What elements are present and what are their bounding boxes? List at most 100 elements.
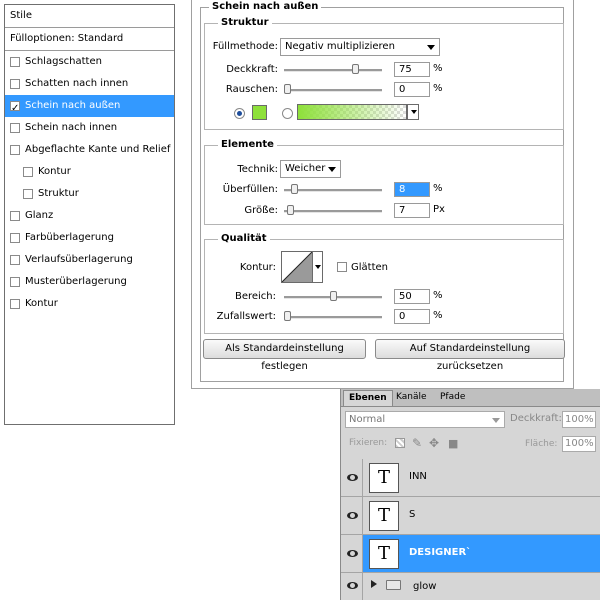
- noise-field[interactable]: 0: [394, 82, 430, 97]
- checkbox[interactable]: [10, 145, 20, 155]
- visibility-toggle[interactable]: [341, 459, 363, 496]
- style-item-inner-shadow[interactable]: Schatten nach innen: [5, 73, 174, 95]
- visibility-toggle[interactable]: [341, 573, 363, 600]
- checkbox[interactable]: [10, 123, 20, 133]
- style-item-texture[interactable]: Struktur: [5, 183, 174, 205]
- tab-channels[interactable]: Kanäle: [391, 390, 432, 406]
- checkbox[interactable]: [10, 277, 20, 287]
- blend-mode-dropdown[interactable]: Negativ multiplizieren: [280, 38, 440, 56]
- technique-dropdown[interactable]: Weicher: [280, 160, 341, 178]
- eye-icon[interactable]: [347, 474, 358, 481]
- jitter-slider-thumb[interactable]: [284, 311, 291, 321]
- spread-unit: %: [433, 183, 443, 194]
- eye-icon[interactable]: [347, 550, 358, 557]
- size-slider-track[interactable]: [284, 210, 382, 213]
- contour-picker[interactable]: [281, 251, 313, 283]
- quality-title: Qualität: [218, 233, 270, 244]
- layer-row[interactable]: T S: [341, 497, 600, 535]
- jitter-field[interactable]: 0: [394, 309, 430, 324]
- style-item-label: Schein nach innen: [25, 122, 118, 133]
- solid-color-radio[interactable]: [234, 108, 245, 119]
- layer-name: DESIGNER`: [409, 547, 472, 558]
- lock-transparency-icon[interactable]: [395, 438, 405, 448]
- tab-paths[interactable]: Pfade: [435, 390, 470, 406]
- blend-mode-value: Negativ multiplizieren: [285, 41, 395, 52]
- chevron-down-icon: [411, 110, 417, 114]
- antialias-checkbox[interactable]: [337, 262, 347, 272]
- jitter-slider-track[interactable]: [284, 316, 382, 319]
- chevron-down-icon: [427, 45, 435, 50]
- glow-gradient-picker[interactable]: [297, 104, 407, 120]
- checkbox[interactable]: [10, 57, 20, 67]
- layer-row[interactable]: T INN: [341, 459, 600, 497]
- noise-unit: %: [433, 83, 443, 94]
- range-slider-thumb[interactable]: [329, 291, 337, 301]
- layer-blend-mode-dropdown[interactable]: Normal: [345, 411, 505, 428]
- layer-opacity-field[interactable]: 100%: [562, 411, 596, 428]
- gradient-dropdown-button[interactable]: [407, 104, 419, 120]
- style-item-inner-glow[interactable]: Schein nach innen: [5, 117, 174, 139]
- technique-label: Technik:: [237, 164, 278, 175]
- checkbox[interactable]: [23, 189, 33, 199]
- spread-label: Überfüllen:: [222, 184, 278, 195]
- layer-group-row[interactable]: glow: [341, 573, 600, 600]
- linear-contour-icon: [282, 252, 312, 282]
- size-label: Größe:: [244, 205, 278, 216]
- visibility-toggle[interactable]: [341, 535, 363, 572]
- style-item-color-overlay[interactable]: Farbüberlagerung: [5, 227, 174, 249]
- style-item-label: Musterüberlagerung: [25, 276, 127, 287]
- style-item-label: Schlagschatten: [25, 56, 102, 67]
- expand-triangle-icon[interactable]: [371, 580, 377, 588]
- checkbox[interactable]: [10, 233, 20, 243]
- size-field[interactable]: 7: [394, 203, 430, 218]
- set-default-button[interactable]: Als Standardeinstellung festlegen: [203, 339, 366, 372]
- range-field[interactable]: 50: [394, 289, 430, 304]
- style-item-bevel-contour[interactable]: Kontur: [5, 161, 174, 183]
- checkbox[interactable]: [10, 79, 20, 89]
- size-slider-thumb[interactable]: [286, 205, 294, 215]
- reset-default-button[interactable]: Auf Standardeinstellung zurücksetzen: [375, 339, 565, 372]
- checkbox[interactable]: [10, 255, 20, 265]
- layer-name: INN: [409, 471, 427, 482]
- brush-icon[interactable]: ✎: [412, 436, 422, 450]
- glow-color-swatch[interactable]: [252, 105, 267, 120]
- checkbox[interactable]: [10, 211, 20, 221]
- style-item-gradient-overlay[interactable]: Verlaufsüberlagerung: [5, 249, 174, 271]
- visibility-toggle[interactable]: [341, 497, 363, 534]
- checkbox-checked[interactable]: [10, 98, 20, 120]
- style-item-bevel-emboss[interactable]: Abgeflachte Kante und Relief: [5, 139, 174, 161]
- eye-icon[interactable]: [347, 512, 358, 519]
- tab-layers[interactable]: Ebenen: [343, 390, 393, 406]
- chevron-down-icon: [328, 167, 336, 172]
- move-icon[interactable]: ✥: [429, 436, 439, 450]
- opacity-slider-track[interactable]: [284, 69, 382, 72]
- style-item-satin[interactable]: Glanz: [5, 205, 174, 227]
- text-layer-thumbnail: T: [369, 501, 399, 531]
- spread-slider-thumb[interactable]: [291, 184, 299, 194]
- style-list-header[interactable]: Stile: [5, 5, 174, 28]
- blending-options-item[interactable]: Fülloptionen: Standard: [5, 28, 174, 51]
- style-item-outer-glow[interactable]: Schein nach außen: [5, 95, 174, 120]
- elements-title: Elemente: [218, 139, 277, 150]
- checkbox[interactable]: [23, 167, 33, 177]
- contour-dropdown-button[interactable]: [313, 251, 323, 283]
- gradient-radio[interactable]: [282, 108, 293, 119]
- size-unit: Px: [433, 204, 445, 215]
- style-item-label: Verlaufsüberlagerung: [25, 254, 133, 265]
- spread-field[interactable]: 8: [394, 182, 430, 197]
- lock-icon[interactable]: ■: [448, 437, 458, 450]
- spread-slider-track[interactable]: [284, 189, 382, 192]
- opacity-field[interactable]: 75: [394, 62, 430, 77]
- style-item-label: Schatten nach innen: [25, 78, 129, 89]
- style-item-pattern-overlay[interactable]: Musterüberlagerung: [5, 271, 174, 293]
- noise-slider-thumb[interactable]: [284, 84, 291, 94]
- layer-row-selected[interactable]: T DESIGNER`: [341, 535, 600, 573]
- style-item-stroke[interactable]: Kontur: [5, 293, 174, 315]
- style-item-drop-shadow[interactable]: Schlagschatten: [5, 51, 174, 73]
- checkbox[interactable]: [10, 299, 20, 309]
- noise-slider-track[interactable]: [284, 89, 382, 92]
- opacity-slider-thumb[interactable]: [352, 64, 360, 74]
- eye-icon[interactable]: [347, 582, 358, 589]
- chevron-down-icon: [315, 265, 321, 269]
- fill-field[interactable]: 100%: [562, 436, 596, 452]
